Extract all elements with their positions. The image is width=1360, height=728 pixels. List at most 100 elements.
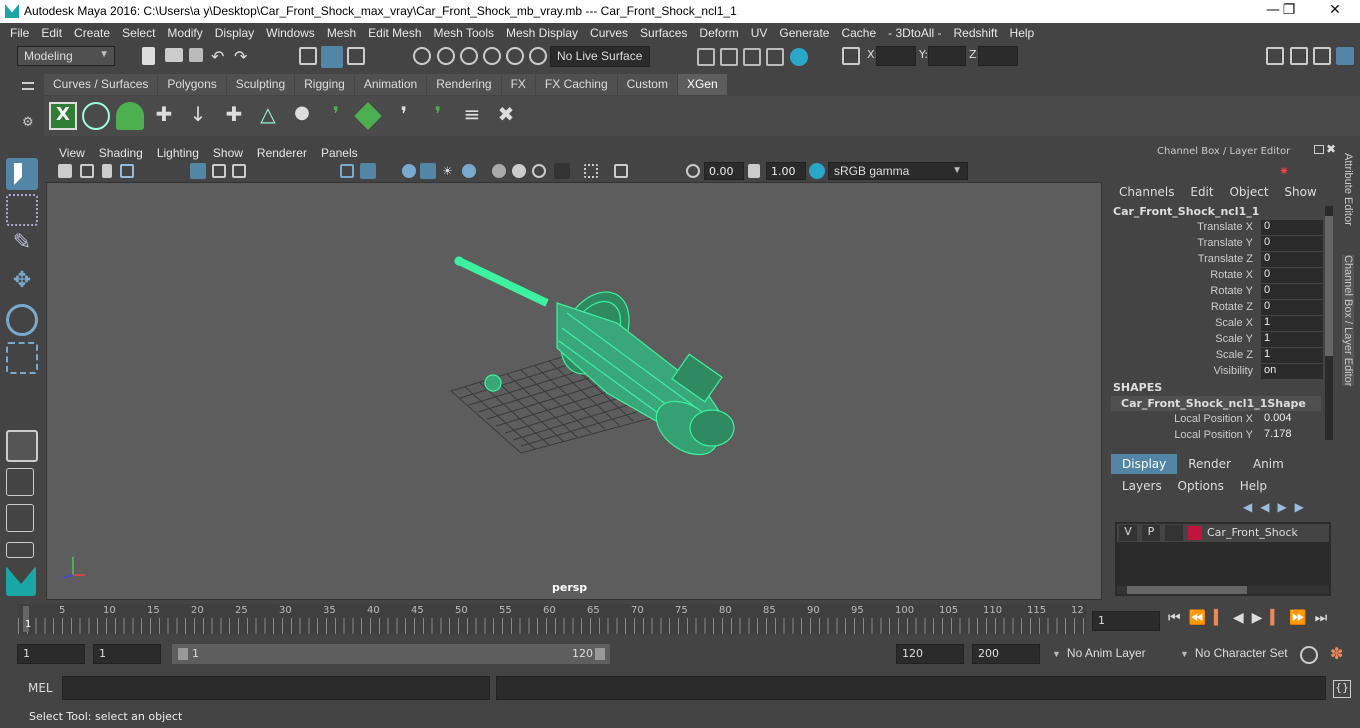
shelf-tab-xgen[interactable]: XGen (677, 74, 727, 95)
menu-surfaces[interactable]: Surfaces (634, 26, 693, 40)
attr-scale-y[interactable]: Scale Y 1 (1107, 332, 1337, 348)
snap-surface-icon[interactable] (506, 47, 524, 65)
xgen-delete-icon[interactable]: ✖ (492, 102, 520, 130)
vp-menu-show[interactable]: Show (206, 146, 250, 160)
layer-type-toggle[interactable] (1165, 525, 1183, 541)
shelf-tab-rigging[interactable]: Rigging (295, 74, 354, 95)
mel-input[interactable] (62, 676, 490, 700)
paint-select-icon[interactable]: ✎ (6, 230, 38, 262)
save-scene-icon[interactable] (189, 48, 203, 62)
attr-rotate-y[interactable]: Rotate Y 0 (1107, 284, 1337, 300)
menu-generate[interactable]: Generate (773, 26, 835, 40)
exposure-field[interactable]: 0.00 (704, 162, 744, 180)
camera-attributes-icon[interactable] (80, 164, 94, 178)
channel-box-icon[interactable] (1336, 47, 1354, 65)
dof-icon[interactable] (554, 163, 570, 179)
grid-toggle-icon[interactable] (190, 163, 206, 179)
shelf-tab-curves-surfaces[interactable]: Curves / Surfaces (44, 74, 158, 95)
menu-help[interactable]: Help (1004, 26, 1041, 40)
menu-modify[interactable]: Modify (161, 26, 208, 40)
render-view-icon[interactable] (766, 48, 784, 66)
xray-icon[interactable] (420, 163, 436, 179)
shelf-tab-sculpting[interactable]: Sculpting (226, 74, 295, 95)
attr-value[interactable]: 0 (1261, 252, 1323, 267)
y-field[interactable] (928, 46, 966, 66)
maximize-button[interactable]: ❐ (1274, 2, 1304, 18)
new-scene-icon[interactable] (142, 47, 155, 65)
scale-tool-icon[interactable] (6, 342, 38, 374)
xgen-groom-icon[interactable]: ❜ (390, 102, 418, 130)
wireframe-icon[interactable] (340, 164, 354, 178)
xgen-place-guides-icon[interactable]: ↓ (184, 102, 212, 130)
current-frame-field[interactable]: 1 (1092, 611, 1160, 631)
time-slider[interactable]: 5 10 15 20 25 30 35 40 45 50 55 60 65 70… (18, 604, 1086, 634)
cb-menu-object[interactable]: Object (1229, 185, 1268, 199)
shelf-tab-custom[interactable]: Custom (617, 74, 677, 95)
shape-row[interactable]: Car_Front_Shock_ncl1_1Shape (1111, 396, 1321, 411)
range-handle-right[interactable] (595, 648, 605, 660)
mel-label[interactable]: MEL (28, 681, 53, 695)
attr-value[interactable]: 7.178 (1261, 428, 1323, 443)
attr-value[interactable]: 1 (1261, 348, 1323, 363)
menu-edit-mesh[interactable]: Edit Mesh (362, 26, 427, 40)
channel-scrollbar[interactable] (1325, 206, 1333, 440)
shelf-tab-animation[interactable]: Animation (354, 74, 427, 95)
hypershade-icon[interactable] (790, 48, 808, 66)
bookmark-icon[interactable] (102, 164, 112, 178)
attr-rotate-x[interactable]: Rotate X 0 (1107, 268, 1337, 284)
xgen-primitive-icon[interactable] (116, 102, 144, 130)
snap-grid-icon[interactable] (413, 47, 431, 65)
xgen-grid-icon[interactable] (354, 102, 382, 130)
shelf-tab-fx-caching[interactable]: FX Caching (535, 74, 617, 95)
xgen-add-icon-1[interactable]: ✚ (220, 102, 248, 130)
attr-value[interactable]: 0 (1261, 300, 1323, 315)
xgen-logo-icon[interactable] (6, 566, 36, 596)
select-component-icon[interactable] (347, 47, 365, 65)
attr-value[interactable]: 0 (1261, 284, 1323, 299)
range-handle-left[interactable] (178, 648, 188, 660)
rotate-tool-icon[interactable] (6, 304, 38, 336)
menu-3dtoall[interactable]: - 3DtoAll - (882, 26, 947, 40)
playback-start-field[interactable]: 1 (93, 644, 161, 664)
vp-menu-panels[interactable]: Panels (314, 146, 365, 160)
shelf-settings-icon[interactable]: ⚙ (22, 115, 34, 130)
menu-mesh-display[interactable]: Mesh Display (500, 26, 584, 40)
close-button[interactable]: ✕ (1320, 2, 1350, 18)
step-forward-key-icon[interactable]: ▍ (1270, 610, 1289, 626)
snap-curve-icon[interactable] (437, 47, 455, 65)
step-forward-icon[interactable]: ⏩ (1289, 610, 1314, 626)
go-to-end-icon[interactable]: ⏭ (1315, 610, 1336, 626)
x-field[interactable] (876, 46, 916, 66)
attr-value[interactable]: 0 (1261, 268, 1323, 283)
xgen-grass-icon-1[interactable]: ❜ (322, 102, 350, 130)
anim-prefs-icon[interactable]: ✽ (1330, 644, 1343, 663)
menu-redshift[interactable]: Redshift (948, 26, 1004, 40)
attr-local-position-y[interactable]: Local Position Y 7.178 (1107, 428, 1337, 444)
layer-row[interactable]: V P Car_Front_Shock (1117, 524, 1329, 542)
go-to-start-icon[interactable]: ⏮ (1168, 610, 1189, 626)
shelf-tab-polygons[interactable]: Polygons (158, 74, 226, 95)
layer-menu-help[interactable]: Help (1240, 479, 1267, 493)
layer-tab-render[interactable]: Render (1177, 454, 1242, 474)
menu-create[interactable]: Create (68, 26, 116, 40)
shelf-menu-icon[interactable] (22, 82, 34, 90)
shelf-tab-fx[interactable]: FX (501, 74, 535, 95)
lasso-tool-icon[interactable] (6, 194, 38, 226)
redo-icon[interactable]: ↷ (234, 47, 252, 66)
side-tab-attribute-editor[interactable]: Attribute Editor (1342, 153, 1354, 226)
transform-icon[interactable] (842, 47, 860, 65)
attr-value[interactable]: 1 (1261, 332, 1323, 347)
menu-file[interactable]: File (4, 26, 35, 40)
undo-icon[interactable]: ↶ (211, 47, 229, 66)
attr-visibility[interactable]: Visibility on (1107, 364, 1337, 380)
play-back-icon[interactable]: ◀ (1233, 610, 1252, 626)
attr-scale-z[interactable]: Scale Z 1 (1107, 348, 1337, 364)
attr-value[interactable]: 0 (1261, 236, 1323, 251)
live-surface-field[interactable]: No Live Surface (550, 46, 650, 67)
step-back-key-icon[interactable]: ▍ (1214, 610, 1233, 626)
isolate-select-icon[interactable] (584, 164, 598, 178)
menu-uv[interactable]: UV (745, 26, 774, 40)
playback-end-field[interactable]: 120 (896, 644, 964, 664)
snap-magnet-icon[interactable] (529, 47, 547, 65)
step-back-icon[interactable]: ⏪ (1189, 610, 1214, 626)
